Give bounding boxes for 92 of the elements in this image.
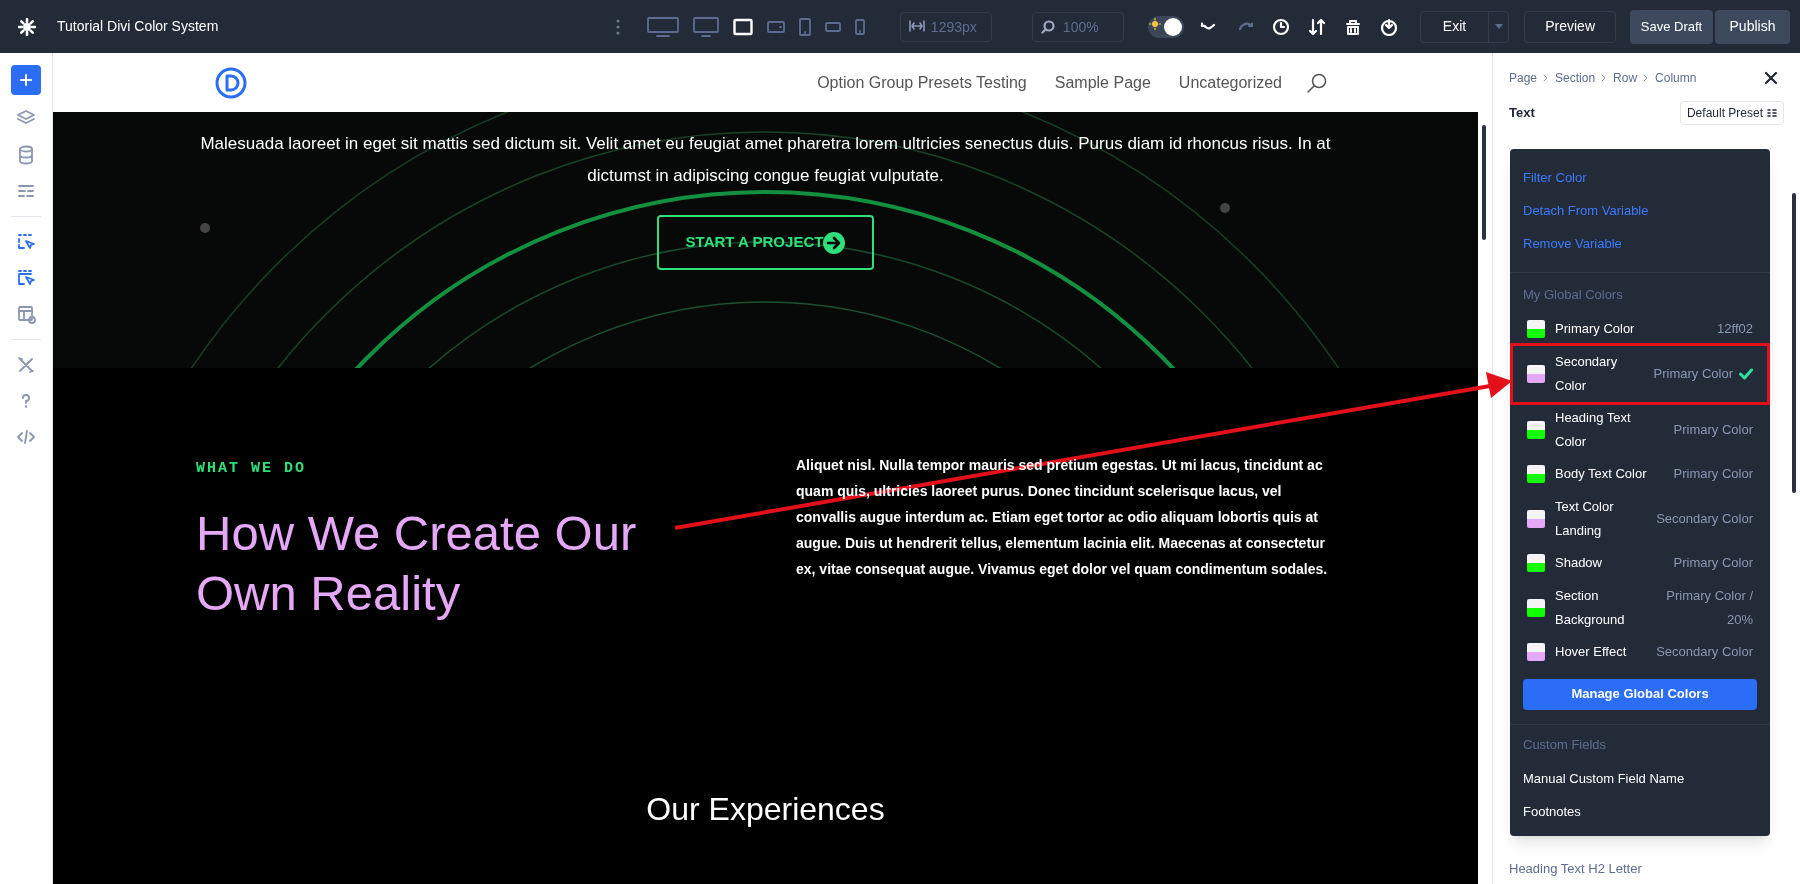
color-value: Primary Color / 20%: [1665, 586, 1753, 629]
color-option[interactable]: Primary Color 12ff02: [1513, 312, 1767, 346]
tablet-icon: [798, 17, 811, 36]
cursor-icon: [16, 232, 36, 252]
color-name: Primary Color: [1555, 320, 1636, 338]
section-title: Our Experiences: [646, 789, 885, 829]
color-value: Secondary Color: [1656, 643, 1753, 661]
menu-link[interactable]: Filter Color: [1510, 161, 1770, 194]
nav-link[interactable]: Uncategorized: [1178, 70, 1282, 95]
width-field[interactable]: 1293px: [899, 11, 992, 42]
color-option[interactable]: Heading Text Color Primary Color: [1513, 401, 1767, 458]
color-name: Secondary Color: [1555, 352, 1619, 395]
color-name: Shadow: [1555, 554, 1603, 572]
menu-heading: Custom Fields: [1522, 735, 1608, 754]
color-name: Text Color Landing: [1555, 497, 1615, 540]
theme-toggle[interactable]: [1147, 15, 1184, 38]
field-label: Heading Text H2 Letter: [1509, 860, 1642, 878]
preset-button[interactable]: Default Preset: [1679, 101, 1784, 125]
color-option[interactable]: Text Color Landing Secondary Color: [1513, 490, 1767, 547]
tools-icon: [16, 355, 36, 375]
save-draft-button[interactable]: Save Draft: [1630, 9, 1713, 44]
color-name: Heading Text Color: [1555, 408, 1632, 451]
check-icon: [1739, 367, 1753, 380]
scrollbar[interactable]: [1792, 193, 1796, 493]
chevron-icon: [1601, 74, 1608, 82]
menu-item[interactable]: Manual Custom Field Name: [1510, 762, 1770, 795]
trash-icon: [1343, 17, 1362, 36]
color-option[interactable]: Secondary Color Primary Color: [1513, 345, 1767, 402]
add-button[interactable]: [11, 65, 41, 95]
chevron-icon: [1543, 74, 1550, 82]
color-option[interactable]: Body Text Color Primary Color: [1513, 457, 1767, 491]
hero-text: Malesuada laoreet in eget sit mattis sed dictum sit. Velit amet eu feugiat amet pharetra lorem ultricies senectus duis. Purus diam id rhoncus risus. In at dictumst in adipiscing congue feugiat vulputate.: [199, 133, 1332, 187]
color-value: Primary Color: [1653, 364, 1733, 383]
sun-icon: [1148, 17, 1161, 30]
template-icon: [16, 304, 36, 324]
color-name: Hover Effect: [1555, 643, 1628, 661]
phone-icon: [854, 17, 865, 36]
arrow-circle-icon: [823, 231, 846, 254]
color-value: Primary Color: [1673, 554, 1753, 572]
section-heading: How We Create Our Own Reality: [196, 504, 638, 622]
module-title: Text: [1509, 104, 1535, 123]
menu-item[interactable]: Footnotes: [1510, 795, 1770, 828]
color-value: Primary Color: [1673, 465, 1753, 483]
logo-icon: [215, 66, 247, 99]
close-icon[interactable]: [1764, 71, 1778, 85]
color-name: Section Background: [1555, 586, 1626, 629]
sort-icon: [1307, 17, 1326, 36]
zoom-field[interactable]: 100%: [1031, 11, 1124, 42]
publish-button[interactable]: Publish: [1715, 9, 1790, 44]
nav-link[interactable]: Option Group Presets Testing: [817, 70, 1027, 95]
undo-icon: [1199, 22, 1218, 31]
database-icon: [16, 145, 36, 165]
page-title: Tutorial Divi Color System: [57, 17, 219, 36]
scrollbar[interactable]: [1482, 125, 1486, 240]
color-value: 12ff02: [1717, 320, 1753, 338]
breadcrumb-link[interactable]: Column: [1655, 69, 1697, 87]
preview-button[interactable]: Preview: [1524, 10, 1616, 43]
color-option[interactable]: Hover Effect Secondary Color: [1513, 635, 1767, 669]
breadcrumb-link[interactable]: Row: [1613, 69, 1638, 87]
settings-icon: [17, 17, 36, 36]
clock-icon: [1271, 17, 1290, 36]
laptop-icon: [732, 17, 753, 36]
caret-icon: [1494, 24, 1503, 29]
breadcrumb-link[interactable]: Section: [1555, 69, 1596, 87]
color-value: Primary Color: [1673, 420, 1753, 439]
eyebrow-label: WHAT WE DO: [196, 459, 307, 479]
breadcrumb-link[interactable]: Page: [1509, 69, 1538, 87]
cursor-icon: [16, 268, 36, 288]
phone-landscape-icon: [824, 20, 841, 33]
code-icon: [16, 427, 36, 447]
desktop-wide-icon: [646, 16, 679, 37]
color-value: Secondary Color: [1656, 509, 1753, 528]
nav-link[interactable]: Sample Page: [1054, 70, 1151, 95]
plus-icon: [19, 73, 33, 87]
start-project-button[interactable]: START A PROJECT: [656, 215, 875, 270]
color-name: Body Text Color: [1555, 465, 1648, 483]
chevron-icon: [1643, 74, 1650, 82]
search-icon: [1040, 19, 1055, 34]
search-icon[interactable]: [1306, 71, 1328, 94]
manage-colors-button[interactable]: Manage Global Colors: [1523, 678, 1757, 710]
toggle-knob: [1163, 17, 1182, 36]
color-option[interactable]: Section Background Primary Color / 20%: [1513, 579, 1767, 636]
menu-link[interactable]: Detach From Variable: [1510, 194, 1770, 227]
grid-icon: [1767, 109, 1777, 117]
more-icon: [615, 18, 620, 35]
menu-link[interactable]: Remove Variable: [1510, 227, 1770, 260]
color-option[interactable]: Shadow Primary Color: [1513, 546, 1767, 580]
desktop-icon: [692, 16, 719, 37]
power-icon: [1379, 17, 1398, 36]
menu-heading: My Global Colors: [1522, 286, 1624, 304]
width-icon: [908, 19, 925, 32]
tablet-landscape-icon: [766, 19, 785, 34]
